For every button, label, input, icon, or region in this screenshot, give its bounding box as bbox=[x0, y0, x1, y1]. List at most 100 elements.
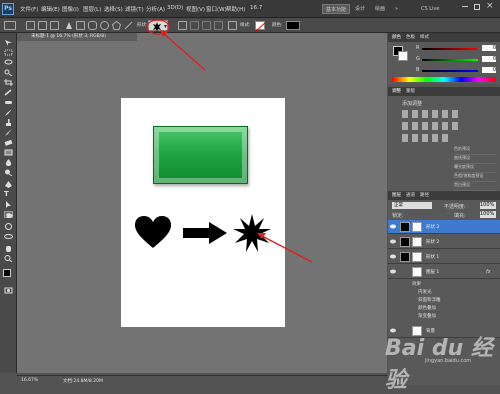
r-slider[interactable] bbox=[422, 48, 478, 50]
line-icon[interactable] bbox=[124, 21, 133, 30]
effect-item[interactable]: 内发光 bbox=[418, 289, 432, 295]
rounded-rect-icon[interactable] bbox=[88, 21, 97, 30]
marquee-tool-icon[interactable] bbox=[4, 49, 13, 56]
fx-icon[interactable]: fx bbox=[486, 269, 491, 275]
fill-input[interactable]: 100% bbox=[480, 211, 496, 218]
visibility-eye-icon[interactable] bbox=[390, 254, 396, 259]
tab-channels[interactable]: 通道 bbox=[406, 192, 415, 198]
custom-shape-tool-icon[interactable] bbox=[4, 211, 13, 218]
color-spectrum-bar[interactable] bbox=[392, 77, 496, 82]
menu-layer[interactable]: 图层(L) bbox=[83, 5, 101, 13]
preset-item[interactable]: 色相/饱和度预设 bbox=[454, 173, 496, 182]
layer-name[interactable]: 图层 1 bbox=[426, 269, 439, 275]
zoom-tool-icon[interactable] bbox=[4, 255, 13, 263]
brush-tool-icon[interactable] bbox=[4, 109, 13, 116]
menu-3d[interactable]: 3D(D) bbox=[167, 5, 183, 11]
pen-tool-icon[interactable] bbox=[4, 181, 13, 188]
lasso-tool-icon[interactable] bbox=[4, 59, 13, 66]
healing-brush-tool-icon[interactable] bbox=[4, 99, 13, 106]
blur-tool-icon[interactable] bbox=[4, 159, 13, 166]
b-slider[interactable] bbox=[422, 70, 478, 72]
b-value[interactable]: 0 bbox=[482, 67, 496, 73]
subtract-mode-icon[interactable] bbox=[202, 21, 211, 30]
zoom-level-display[interactable]: 16.7 bbox=[250, 5, 262, 11]
tab-color[interactable]: 颜色 bbox=[392, 34, 401, 40]
ellipse-icon[interactable] bbox=[100, 21, 109, 30]
adjustment-icons-row-3[interactable] bbox=[402, 134, 452, 142]
menu-select[interactable]: 选择(S) bbox=[104, 5, 123, 13]
tool-preset-icon[interactable] bbox=[4, 21, 16, 30]
visibility-eye-icon[interactable] bbox=[390, 269, 396, 274]
layer-name[interactable]: 形状 1 bbox=[426, 254, 439, 260]
tab-layers[interactable]: 图层 bbox=[392, 192, 401, 198]
hand-tool-icon[interactable] bbox=[4, 245, 13, 252]
3d-rotate-tool-icon[interactable] bbox=[4, 223, 13, 230]
layer-name[interactable]: 形状 3 bbox=[426, 224, 439, 230]
maximize-icon[interactable] bbox=[474, 4, 480, 10]
foreground-color-swatch[interactable] bbox=[3, 269, 11, 277]
preset-item[interactable]: 黑白预设 bbox=[454, 182, 496, 191]
type-tool-icon[interactable]: T bbox=[4, 191, 13, 198]
menu-filter[interactable]: 滤镜(T) bbox=[125, 5, 144, 13]
workspace-more-button[interactable]: » bbox=[392, 4, 401, 14]
pen-icon[interactable] bbox=[64, 21, 73, 30]
preset-item[interactable]: 色阶预设 bbox=[454, 146, 496, 155]
zoom-status[interactable]: 16.67% bbox=[21, 378, 38, 383]
close-icon[interactable]: × bbox=[486, 1, 494, 11]
menu-image[interactable]: 图像(I) bbox=[62, 5, 79, 13]
visibility-eye-icon[interactable] bbox=[390, 224, 396, 229]
style-picker[interactable] bbox=[255, 21, 267, 32]
eyedropper-tool-icon[interactable] bbox=[4, 89, 13, 96]
menu-edit[interactable]: 编辑(E) bbox=[41, 5, 60, 13]
effect-item[interactable]: 斜面和浮雕 bbox=[418, 297, 441, 303]
workspace-design-button[interactable]: 设计 bbox=[352, 4, 368, 14]
preset-item[interactable]: 曝光度预设 bbox=[454, 164, 496, 173]
tab-paths[interactable]: 路径 bbox=[420, 192, 429, 198]
gradient-tool-icon[interactable] bbox=[4, 149, 13, 156]
color-swatch[interactable] bbox=[286, 21, 300, 30]
3d-orbit-tool-icon[interactable] bbox=[4, 233, 13, 240]
eraser-tool-icon[interactable] bbox=[4, 139, 13, 146]
path-select-tool-icon[interactable] bbox=[4, 201, 13, 208]
document-canvas[interactable] bbox=[121, 98, 285, 327]
cs-live-button[interactable]: CS Live bbox=[418, 4, 442, 14]
visibility-eye-icon[interactable] bbox=[390, 239, 396, 244]
menu-analysis[interactable]: 分析(A) bbox=[146, 5, 165, 13]
adjustment-icons-row-2[interactable] bbox=[402, 122, 462, 130]
menu-view[interactable]: 视图(V) bbox=[186, 5, 205, 13]
bg-color-chip[interactable] bbox=[398, 51, 408, 61]
dodge-tool-icon[interactable] bbox=[4, 169, 13, 177]
tab-masks[interactable]: 蒙版 bbox=[406, 88, 415, 94]
workspace-essentials-button[interactable]: 基本功能 bbox=[322, 4, 351, 14]
history-brush-tool-icon[interactable] bbox=[4, 129, 13, 136]
add-mode-icon[interactable] bbox=[190, 21, 199, 30]
link-style-icon[interactable] bbox=[228, 21, 237, 30]
layer-row-shape-3[interactable]: 形状 3 bbox=[388, 220, 500, 234]
clone-stamp-tool-icon[interactable] bbox=[4, 119, 13, 126]
layer-name[interactable]: 形状 2 bbox=[426, 239, 439, 245]
tab-adjustments[interactable]: 调整 bbox=[392, 88, 401, 94]
g-slider[interactable] bbox=[422, 59, 478, 61]
fill-pixels-icon[interactable] bbox=[50, 21, 59, 30]
move-tool-icon[interactable] bbox=[4, 39, 13, 46]
quick-mask-icon[interactable] bbox=[4, 287, 13, 294]
preset-item[interactable]: 曲线预设 bbox=[454, 155, 496, 164]
crop-tool-icon[interactable] bbox=[4, 79, 13, 86]
g-value[interactable]: 0 bbox=[482, 56, 496, 62]
workspace-paint-button[interactable]: 绘画 bbox=[372, 4, 388, 14]
intersect-mode-icon[interactable] bbox=[214, 21, 223, 30]
new-layer-mode-icon[interactable] bbox=[178, 21, 187, 30]
document-tab[interactable]: 未标题-1 @ 16.7% (形状 3, RGB/8) bbox=[17, 33, 137, 41]
blend-mode-select[interactable]: 正常 bbox=[392, 202, 432, 209]
paths-icon[interactable] bbox=[38, 21, 47, 30]
menu-file[interactable]: 文件(F) bbox=[20, 5, 38, 13]
adjustment-icons-row-1[interactable] bbox=[402, 110, 462, 118]
effect-item[interactable]: 渐变叠加 bbox=[418, 313, 436, 319]
menu-window[interactable]: 窗口(W) bbox=[206, 5, 227, 13]
r-value[interactable]: 0 bbox=[482, 45, 496, 51]
layer-row-shape-1[interactable]: 形状 1 bbox=[388, 250, 500, 264]
tab-styles[interactable]: 样式 bbox=[420, 34, 429, 40]
rectangle-icon[interactable] bbox=[76, 21, 85, 30]
menu-help[interactable]: 帮助(H) bbox=[226, 5, 245, 13]
shape-picker[interactable] bbox=[148, 20, 168, 32]
